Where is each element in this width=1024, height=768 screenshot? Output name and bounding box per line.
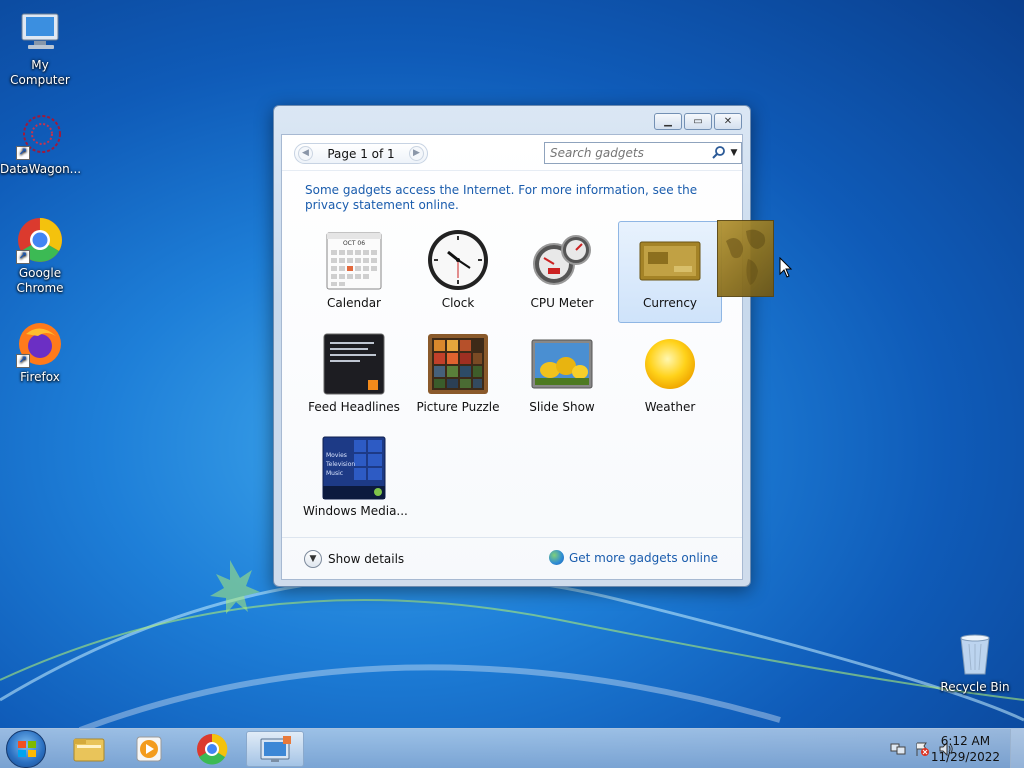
- gadget-clock[interactable]: Clock: [406, 221, 510, 323]
- desktop-icon-label: Google Chrome: [16, 266, 64, 295]
- show-desktop-button[interactable]: [1010, 729, 1024, 768]
- mouse-cursor-icon: [779, 257, 793, 278]
- slide-show-icon: [530, 332, 594, 396]
- gadget-label: Windows Media...: [303, 504, 408, 518]
- chrome-icon: ↗: [16, 216, 64, 264]
- gadget-feed-headlines[interactable]: Feed Headlines: [302, 325, 406, 427]
- gadget-currency[interactable]: Currency: [618, 221, 722, 323]
- get-more-label: Get more gadgets online: [568, 550, 718, 565]
- currency-icon: [638, 228, 702, 292]
- datawagon-icon: ↗: [16, 112, 64, 160]
- computer-icon: [16, 8, 64, 56]
- shortcut-arrow-icon: ↗: [16, 250, 30, 264]
- media-line-movies: Movies: [326, 452, 347, 459]
- clock-time: 6:12 AM: [940, 734, 991, 748]
- page-label: Page 1 of 1: [327, 146, 395, 161]
- gallery-footer: ▼ Show details Get more gadgets online: [282, 537, 742, 579]
- desktop-icon-firefox[interactable]: ↗ Firefox: [0, 320, 80, 385]
- cpu-meter-icon: [530, 228, 594, 292]
- minimize-icon: ▁: [664, 116, 672, 127]
- clock-icon: [426, 228, 490, 292]
- gadget-gallery-window: ▁ ▭ ✕ ◀ Page 1 of 1 ▶ ▼ Some gadgets acc…: [273, 105, 751, 587]
- calendar-month-text: OCT 06: [343, 240, 365, 247]
- taskbar-gadgets[interactable]: [246, 731, 304, 767]
- close-icon: ✕: [723, 116, 733, 127]
- picture-puzzle-icon: [426, 332, 490, 396]
- search-input[interactable]: [545, 144, 711, 162]
- chevron-down-icon: ▼: [304, 550, 322, 568]
- desktop-icon-my-computer[interactable]: My Computer: [0, 8, 80, 88]
- globe-icon: [548, 550, 564, 565]
- start-button[interactable]: [6, 730, 46, 768]
- internet-notice: Some gadgets access the Internet. For mo…: [305, 183, 715, 213]
- gadget-label: Currency: [642, 296, 698, 310]
- gadget-picture-puzzle[interactable]: Picture Puzzle: [406, 325, 510, 427]
- gallery-content: ◀ Page 1 of 1 ▶ ▼ Some gadgets access th…: [281, 134, 743, 580]
- search-dropdown-icon[interactable]: ▼: [727, 148, 741, 158]
- restore-icon: ▭: [693, 116, 703, 127]
- desktop-icon-label: Firefox: [20, 370, 60, 384]
- chrome-icon: [197, 733, 228, 765]
- recycle-bin-icon: [951, 630, 999, 678]
- gadget-label: Feed Headlines: [308, 400, 400, 414]
- feed-headlines-icon: [322, 332, 386, 396]
- windows-media-icon: Movies Television Music: [322, 436, 386, 500]
- show-details-label: Show details: [328, 552, 405, 566]
- taskbar-clock[interactable]: 6:12 AM 11/29/2022: [931, 733, 1000, 765]
- calendar-icon: OCT 06: [322, 228, 386, 292]
- search-icon[interactable]: [711, 145, 727, 161]
- firefox-icon: ↗: [16, 320, 64, 368]
- network-icon[interactable]: [890, 741, 906, 757]
- desktop-icon-label: Recycle Bin: [940, 680, 1010, 694]
- close-button[interactable]: ✕: [714, 113, 742, 130]
- taskbar-media-player[interactable]: [120, 731, 178, 767]
- show-details-button[interactable]: ▼ Show details: [304, 550, 404, 568]
- gadget-windows-media[interactable]: Movies Television Music Windows Media...: [302, 429, 408, 531]
- gadget-label: Clock: [441, 296, 475, 310]
- minimize-button[interactable]: ▁: [654, 113, 682, 130]
- get-more-gadgets-link[interactable]: Get more gadgets online: [548, 550, 718, 565]
- taskbar: 6:12 AM 11/29/2022: [0, 728, 1024, 768]
- taskbar-explorer[interactable]: [60, 731, 118, 767]
- gadget-weather[interactable]: Weather: [618, 325, 722, 427]
- shortcut-arrow-icon: ↗: [16, 146, 30, 160]
- windows-logo-icon: [18, 741, 36, 757]
- action-center-flag-icon[interactable]: [914, 741, 930, 757]
- gadget-label: Picture Puzzle: [416, 400, 500, 414]
- gadget-label: Weather: [644, 400, 696, 414]
- gadget-label: Slide Show: [529, 400, 595, 414]
- privacy-statement-link[interactable]: Some gadgets access the Internet. For mo…: [305, 183, 697, 212]
- gadget-label: CPU Meter: [530, 296, 594, 310]
- desktop-icon-label: DataWagon...: [0, 162, 82, 176]
- gadget-cpu-meter[interactable]: CPU Meter: [510, 221, 614, 323]
- gadget-label: Calendar: [327, 296, 381, 310]
- desktop-icon-recycle-bin[interactable]: Recycle Bin: [935, 630, 1015, 695]
- clock-date: 11/29/2022: [930, 750, 1000, 764]
- restore-button[interactable]: ▭: [684, 113, 712, 130]
- media-player-icon: [136, 736, 162, 762]
- search-box: ▼: [544, 142, 742, 164]
- desktop-icon-datawagon[interactable]: ↗ DataWagon...: [0, 112, 82, 177]
- media-line-music: Music: [326, 470, 343, 477]
- gadget-slide-show[interactable]: Slide Show: [510, 325, 614, 427]
- gallery-toolbar: ◀ Page 1 of 1 ▶ ▼: [282, 135, 742, 171]
- shortcut-arrow-icon: ↗: [16, 354, 30, 368]
- next-page-button[interactable]: ▶: [409, 146, 424, 161]
- gadgets-icon: [260, 736, 291, 762]
- page-navigator: ◀ Page 1 of 1 ▶: [294, 143, 428, 164]
- weather-sun-icon: [638, 332, 702, 396]
- dragged-currency-gadget[interactable]: [717, 220, 774, 297]
- folder-icon: [73, 738, 105, 762]
- gadget-calendar[interactable]: OCT 06 Calendar: [302, 221, 406, 323]
- taskbar-chrome[interactable]: [183, 731, 241, 767]
- desktop-icon-label: My Computer: [10, 58, 70, 87]
- window-controls: ▁ ▭ ✕: [654, 113, 742, 130]
- desktop-icon-google-chrome[interactable]: ↗ Google Chrome: [0, 216, 80, 296]
- previous-page-button[interactable]: ◀: [298, 146, 313, 161]
- media-line-television: Television: [325, 461, 355, 468]
